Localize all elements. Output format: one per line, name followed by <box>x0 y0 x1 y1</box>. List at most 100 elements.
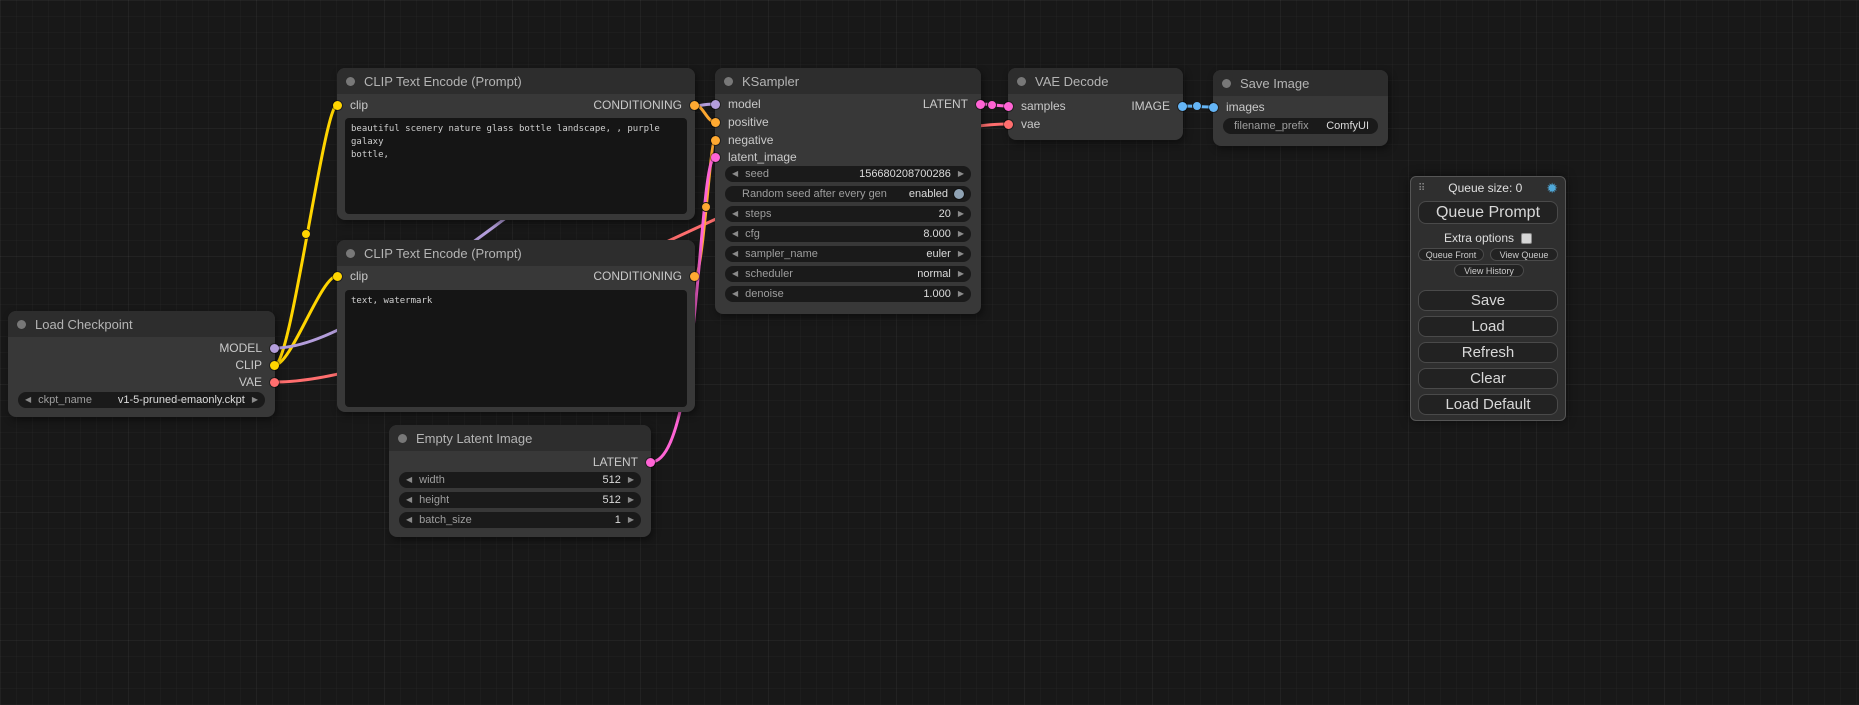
collapse-dot[interactable] <box>1222 79 1231 88</box>
image-slot-dot[interactable] <box>1209 103 1218 112</box>
latent-slot-dot[interactable] <box>976 100 985 109</box>
output-slot-conditioning[interactable]: CONDITIONING <box>593 268 695 284</box>
load-default-button[interactable]: Load Default <box>1418 394 1558 415</box>
denoise-widget[interactable]: ◀ denoise 1.000 ▶ <box>725 286 971 302</box>
output-slot-conditioning[interactable]: CONDITIONING <box>593 97 695 113</box>
width-widget[interactable]: ◀ width 512 ▶ <box>399 472 641 488</box>
clear-button[interactable]: Clear <box>1418 368 1558 389</box>
increment-arrow-icon[interactable]: ▶ <box>628 476 634 484</box>
batch-size-widget[interactable]: ◀ batch_size 1 ▶ <box>399 512 641 528</box>
seed-widget[interactable]: ◀ seed 156680208700286 ▶ <box>725 166 971 182</box>
decrement-arrow-icon[interactable]: ◀ <box>732 290 738 298</box>
input-slot-positive[interactable]: positive <box>715 114 769 130</box>
cfg-widget[interactable]: ◀ cfg 8.000 ▶ <box>725 226 971 242</box>
input-slot-samples[interactable]: samples <box>1008 98 1066 114</box>
output-slot-clip[interactable]: CLIP <box>235 357 275 373</box>
input-slot-latent-image[interactable]: latent_image <box>715 149 797 165</box>
increment-arrow-icon[interactable]: ▶ <box>958 170 964 178</box>
node-vae-decode[interactable]: VAE Decode samples vae IMAGE <box>1008 68 1183 140</box>
steps-widget[interactable]: ◀ steps 20 ▶ <box>725 206 971 222</box>
node-save-image[interactable]: Save Image images filename_prefix ComfyU… <box>1213 70 1388 146</box>
model-slot-dot[interactable] <box>711 100 720 109</box>
node-title-bar[interactable]: VAE Decode <box>1008 68 1183 94</box>
collapse-dot[interactable] <box>17 320 26 329</box>
refresh-button[interactable]: Refresh <box>1418 342 1558 363</box>
collapse-dot[interactable] <box>346 249 355 258</box>
increment-arrow-icon[interactable]: ▶ <box>958 230 964 238</box>
prev-value-arrow-icon[interactable]: ◀ <box>732 250 738 258</box>
decrement-arrow-icon[interactable]: ◀ <box>406 476 412 484</box>
node-title-bar[interactable]: KSampler <box>715 68 981 94</box>
clip-slot-dot[interactable] <box>270 361 279 370</box>
latent-slot-dot[interactable] <box>1004 102 1013 111</box>
toggle-dot-icon[interactable] <box>954 189 964 199</box>
node-ksampler[interactable]: KSampler model positive negative latent_… <box>715 68 981 314</box>
load-button[interactable]: Load <box>1418 316 1558 337</box>
decrement-arrow-icon[interactable]: ◀ <box>406 516 412 524</box>
prev-value-arrow-icon[interactable]: ◀ <box>732 270 738 278</box>
conditioning-slot-dot[interactable] <box>711 136 720 145</box>
vae-slot-dot[interactable] <box>1004 120 1013 129</box>
decrement-arrow-icon[interactable]: ◀ <box>732 170 738 178</box>
height-widget[interactable]: ◀ height 512 ▶ <box>399 492 641 508</box>
queue-prompt-button[interactable]: Queue Prompt <box>1418 201 1558 224</box>
node-clip-text-encode-negative[interactable]: CLIP Text Encode (Prompt) clip CONDITION… <box>337 240 695 412</box>
input-slot-clip[interactable]: clip <box>337 97 368 113</box>
collapse-dot[interactable] <box>398 434 407 443</box>
conditioning-slot-dot[interactable] <box>711 118 720 127</box>
output-slot-model[interactable]: MODEL <box>219 340 275 356</box>
conditioning-slot-dot[interactable] <box>690 272 699 281</box>
increment-arrow-icon[interactable]: ▶ <box>628 496 634 504</box>
clip-slot-dot[interactable] <box>333 272 342 281</box>
collapse-dot[interactable] <box>346 77 355 86</box>
input-slot-images[interactable]: images <box>1213 99 1265 115</box>
conditioning-slot-dot[interactable] <box>690 101 699 110</box>
ckpt-name-widget[interactable]: ◀ ckpt_name v1-5-pruned-emaonly.ckpt ▶ <box>18 392 265 408</box>
collapse-dot[interactable] <box>1017 77 1026 86</box>
scheduler-widget[interactable]: ◀ scheduler normal ▶ <box>725 266 971 282</box>
increment-arrow-icon[interactable]: ▶ <box>958 210 964 218</box>
output-slot-image[interactable]: IMAGE <box>1131 98 1183 114</box>
increment-arrow-icon[interactable]: ▶ <box>628 516 634 524</box>
node-title-bar[interactable]: CLIP Text Encode (Prompt) <box>337 68 695 94</box>
input-slot-model[interactable]: model <box>715 96 761 112</box>
input-slot-negative[interactable]: negative <box>715 132 773 148</box>
next-value-arrow-icon[interactable]: ▶ <box>252 396 258 404</box>
random-seed-toggle-widget[interactable]: Random seed after every gen enabled <box>725 186 971 202</box>
prev-value-arrow-icon[interactable]: ◀ <box>25 396 31 404</box>
input-slot-vae[interactable]: vae <box>1008 116 1040 132</box>
node-title-bar[interactable]: CLIP Text Encode (Prompt) <box>337 240 695 266</box>
filename-prefix-widget[interactable]: filename_prefix ComfyUI <box>1223 118 1378 134</box>
node-title-bar[interactable]: Save Image <box>1213 70 1388 96</box>
extra-options-checkbox[interactable] <box>1521 233 1532 244</box>
collapse-dot[interactable] <box>724 77 733 86</box>
vae-slot-dot[interactable] <box>270 378 279 387</box>
node-canvas[interactable]: Load Checkpoint MODEL CLIP VAE ◀ ckpt_na… <box>0 0 1859 705</box>
node-title-bar[interactable]: Empty Latent Image <box>389 425 651 451</box>
increment-arrow-icon[interactable]: ▶ <box>958 290 964 298</box>
decrement-arrow-icon[interactable]: ◀ <box>406 496 412 504</box>
next-value-arrow-icon[interactable]: ▶ <box>958 270 964 278</box>
view-queue-button[interactable]: View Queue <box>1490 248 1558 261</box>
decrement-arrow-icon[interactable]: ◀ <box>732 230 738 238</box>
queue-panel[interactable]: ⠿ Queue size: 0 ✹ Queue Prompt Extra opt… <box>1410 176 1566 421</box>
output-slot-latent[interactable]: LATENT <box>593 454 651 470</box>
output-slot-latent[interactable]: LATENT <box>923 96 981 112</box>
node-clip-text-encode-positive[interactable]: CLIP Text Encode (Prompt) clip CONDITION… <box>337 68 695 220</box>
positive-prompt-textarea[interactable]: beautiful scenery nature glass bottle la… <box>345 118 687 214</box>
settings-gear-icon[interactable]: ✹ <box>1546 181 1558 195</box>
node-title-bar[interactable]: Load Checkpoint <box>8 311 275 337</box>
clip-slot-dot[interactable] <box>333 101 342 110</box>
model-slot-dot[interactable] <box>270 344 279 353</box>
latent-slot-dot[interactable] <box>711 153 720 162</box>
output-slot-vae[interactable]: VAE <box>239 374 275 390</box>
negative-prompt-textarea[interactable]: text, watermark <box>345 290 687 407</box>
input-slot-clip[interactable]: clip <box>337 268 368 284</box>
image-slot-dot[interactable] <box>1178 102 1187 111</box>
sampler-name-widget[interactable]: ◀ sampler_name euler ▶ <box>725 246 971 262</box>
node-load-checkpoint[interactable]: Load Checkpoint MODEL CLIP VAE ◀ ckpt_na… <box>8 311 275 417</box>
latent-slot-dot[interactable] <box>646 458 655 467</box>
save-button[interactable]: Save <box>1418 290 1558 311</box>
queue-front-button[interactable]: Queue Front <box>1418 248 1484 261</box>
next-value-arrow-icon[interactable]: ▶ <box>958 250 964 258</box>
